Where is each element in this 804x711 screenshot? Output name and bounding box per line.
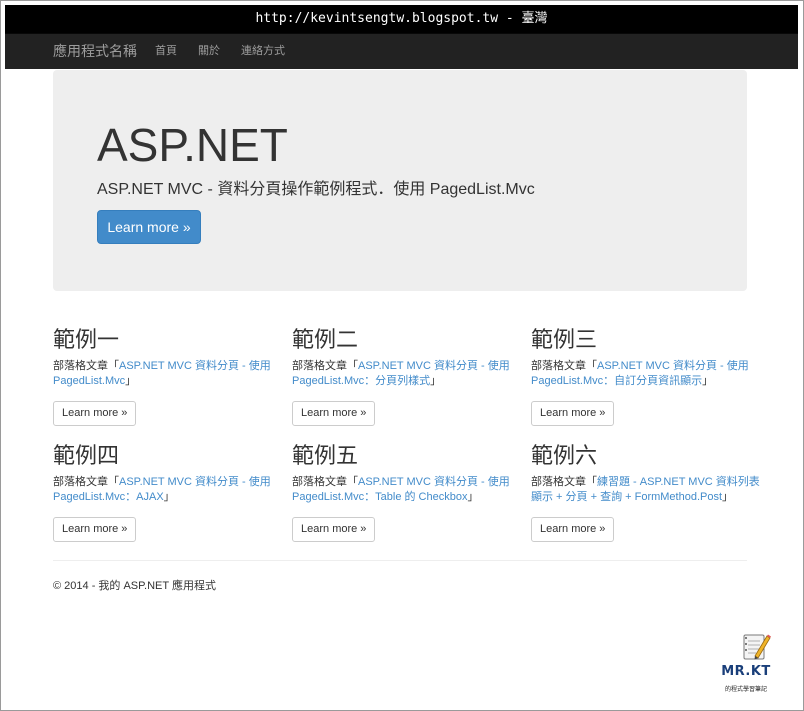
nav-link-home[interactable]: 首頁 [155, 34, 177, 68]
jumbotron-title: ASP.NET [97, 119, 288, 171]
example-description: 部落格文章「ASP.NET MVC 資料分頁 - 使用 PagedList.Mv… [531, 359, 761, 389]
example-description: 部落格文章「ASP.NET MVC 資料分頁 - 使用 PagedList.Mv… [53, 475, 283, 505]
example-description: 部落格文章「ASP.NET MVC 資料分頁 - 使用 PagedList.Mv… [292, 359, 522, 389]
example-description: 部落格文章「練習題 - ASP.NET MVC 資料列表顯示 + 分頁 + 查詢… [531, 475, 761, 505]
description-suffix: 」 [125, 375, 137, 387]
example-heading: 範例二 [292, 328, 359, 353]
watermark-name: MR.KT [721, 664, 771, 679]
url-banner: http://kevintsengtw.blogspot.tw - 臺灣 [5, 5, 798, 33]
description-prefix: 部落格文章「 [531, 360, 597, 372]
description-suffix: 」 [163, 491, 175, 503]
nav-link-contact[interactable]: 連絡方式 [241, 34, 285, 68]
notebook-pencil-icon [743, 634, 771, 660]
learn-more-button[interactable]: Learn more » [53, 517, 137, 542]
example-description: 部落格文章「ASP.NET MVC 資料分頁 - 使用 PagedList.Mv… [292, 475, 522, 505]
example-column: 範例五 部落格文章「ASP.NET MVC 資料分頁 - 使用 PagedLis… [292, 443, 522, 542]
example-heading: 範例六 [531, 444, 598, 469]
learn-more-button[interactable]: Learn more » [531, 517, 615, 542]
description-prefix: 部落格文章「 [292, 360, 358, 372]
learn-more-button[interactable]: Learn more » [292, 517, 376, 542]
learn-more-button[interactable]: Learn more » [53, 401, 137, 426]
learn-more-primary-button[interactable]: Learn more » [97, 210, 201, 244]
example-column: 範例一 部落格文章「ASP.NET MVC 資料分頁 - 使用 PagedLis… [53, 327, 283, 426]
navbar-brand[interactable]: 應用程式名稱 [53, 34, 137, 68]
description-suffix: 」 [467, 491, 479, 503]
learn-more-button[interactable]: Learn more » [531, 401, 615, 426]
learn-more-button[interactable]: Learn more » [292, 401, 376, 426]
description-suffix: 」 [430, 375, 442, 387]
example-description: 部落格文章「ASP.NET MVC 資料分頁 - 使用 PagedList.Mv… [53, 359, 283, 389]
description-prefix: 部落格文章「 [292, 476, 358, 488]
example-column: 範例二 部落格文章「ASP.NET MVC 資料分頁 - 使用 PagedLis… [292, 327, 522, 426]
example-column: 範例四 部落格文章「ASP.NET MVC 資料分頁 - 使用 PagedLis… [53, 443, 283, 542]
description-prefix: 部落格文章「 [53, 360, 119, 372]
description-prefix: 部落格文章「 [531, 476, 597, 488]
footer-copyright: © 2014 - 我的 ASP.NET 應用程式 [53, 580, 216, 592]
example-heading: 範例一 [53, 328, 120, 353]
example-column: 範例三 部落格文章「ASP.NET MVC 資料分頁 - 使用 PagedLis… [531, 327, 761, 426]
watermark-subtitle: 的程式學習筆記 [724, 687, 767, 693]
navbar: 應用程式名稱 首頁 關於 連絡方式 [5, 33, 798, 69]
example-heading: 範例五 [292, 444, 359, 469]
footer-divider [53, 560, 747, 561]
example-column: 範例六 部落格文章「練習題 - ASP.NET MVC 資料列表顯示 + 分頁 … [531, 443, 761, 542]
description-suffix: 」 [722, 491, 734, 503]
jumbotron: ASP.NET ASP.NET MVC - 資料分頁操作範例程式．使用 Page… [53, 70, 747, 291]
mrkt-watermark-logo: MR.KT 的程式學習筆記 [716, 630, 776, 700]
example-heading: 範例三 [531, 328, 598, 353]
jumbotron-lead: ASP.NET MVC - 資料分頁操作範例程式．使用 PagedList.Mv… [97, 181, 535, 198]
example-heading: 範例四 [53, 444, 120, 469]
nav-link-about[interactable]: 關於 [198, 34, 220, 68]
description-prefix: 部落格文章「 [53, 476, 119, 488]
description-suffix: 」 [702, 375, 714, 387]
